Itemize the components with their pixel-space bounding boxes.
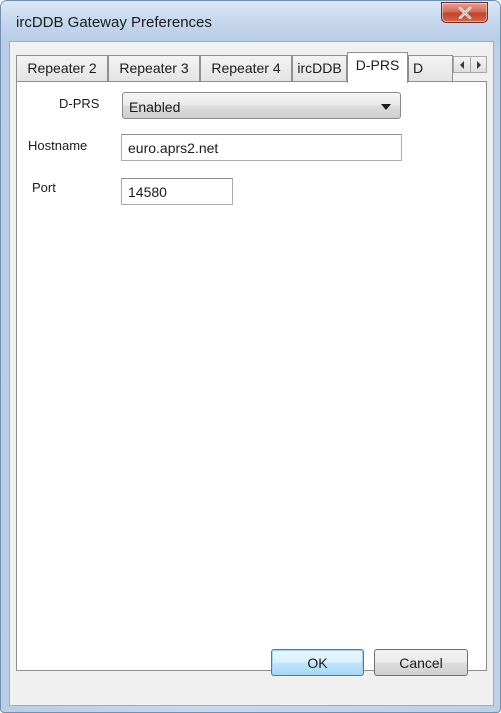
tab-scroll-right-button[interactable] — [470, 57, 486, 72]
cancel-button[interactable]: Cancel — [374, 649, 468, 676]
hostname-label: Hostname — [28, 138, 88, 153]
d-prs-label: D-PRS — [59, 96, 100, 111]
title-bar[interactable]: ircDDB Gateway Preferences — [1, 1, 500, 41]
tab-strip: Repeater 2 Repeater 3 Repeater 4 ircDDB … — [10, 52, 495, 83]
tab-d-truncated[interactable]: D — [408, 55, 453, 82]
port-input[interactable]: 14580 — [121, 178, 233, 205]
arrow-right-icon — [476, 60, 481, 69]
tab-ircddb[interactable]: ircDDB — [292, 55, 347, 82]
d-prs-select-value: Enabled — [129, 99, 181, 115]
port-label: Port — [32, 180, 56, 195]
tab-repeater-4[interactable]: Repeater 4 — [200, 55, 292, 82]
window-title: ircDDB Gateway Preferences — [16, 14, 212, 31]
tab-scroll-left-button[interactable] — [454, 57, 470, 72]
dialog-client-area: Repeater 2 Repeater 3 Repeater 4 ircDDB … — [9, 41, 494, 706]
tab-scroll-control — [453, 56, 487, 73]
dialog-window: ircDDB Gateway Preferences Repeater 2 Re… — [0, 0, 501, 713]
tab-repeater-3[interactable]: Repeater 3 — [108, 55, 200, 82]
close-button[interactable] — [441, 2, 488, 23]
close-icon — [458, 6, 471, 19]
hostname-input[interactable]: euro.aprs2.net — [121, 134, 402, 161]
tab-d-prs[interactable]: D-PRS — [347, 52, 408, 83]
ok-button[interactable]: OK — [271, 649, 364, 676]
tab-repeater-2[interactable]: Repeater 2 — [16, 55, 108, 82]
d-prs-tab-page: D-PRS Enabled Hostname euro.aprs2.net Po… — [16, 81, 487, 671]
arrow-left-icon — [460, 60, 464, 69]
d-prs-select[interactable]: Enabled — [122, 92, 401, 119]
chevron-down-icon — [381, 104, 391, 110]
